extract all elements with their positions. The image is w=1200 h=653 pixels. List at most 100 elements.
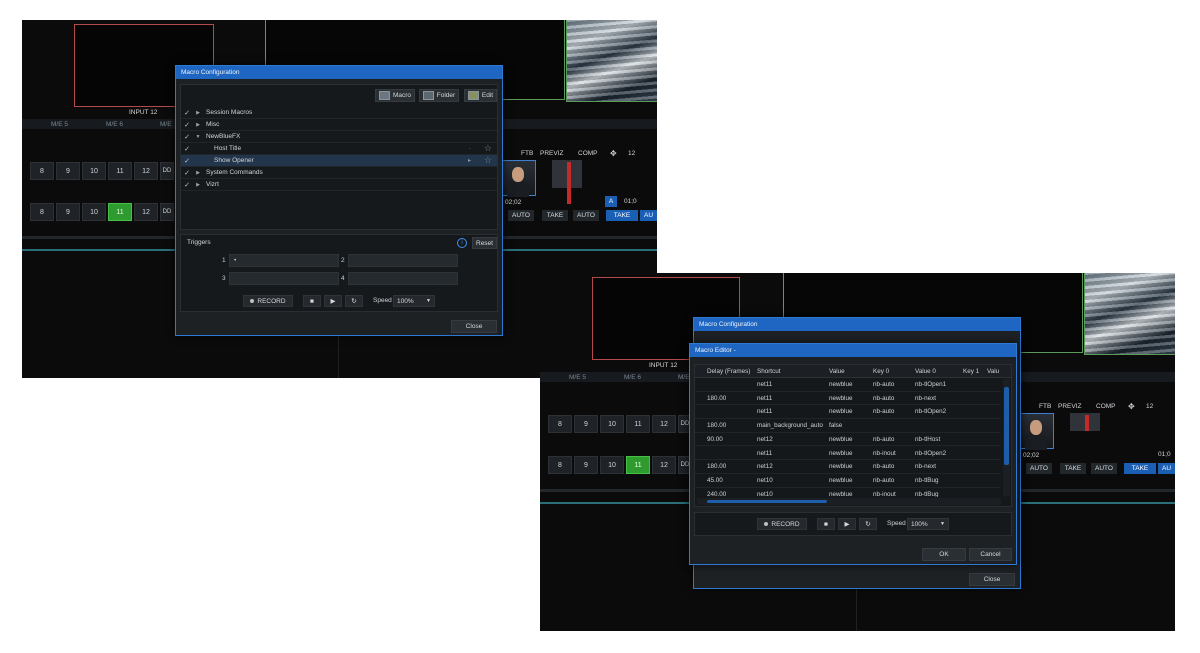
table-cell[interactable]: nb-tlOpen2: [915, 447, 961, 460]
loop-button[interactable]: ↻: [345, 295, 363, 307]
table-cell[interactable]: newblue: [829, 378, 871, 391]
table-cell[interactable]: 180.00: [707, 460, 755, 473]
move-icon[interactable]: ✥: [610, 149, 617, 158]
table-cell[interactable]: net11: [757, 392, 831, 405]
table-row[interactable]: 45.00 net10 newblue nb-auto nb-tlBug: [695, 474, 1001, 488]
take-button-2[interactable]: TAKE: [1124, 463, 1156, 474]
table-cell[interactable]: newblue: [829, 460, 871, 473]
reset-button[interactable]: Reset: [472, 237, 497, 249]
collapsed-arrow-icon[interactable]: ▶: [193, 122, 203, 128]
table-row[interactable]: 180.00 main_background_auto false: [695, 419, 1001, 433]
program-button-11[interactable]: 11: [108, 203, 132, 221]
table-cell[interactable]: nb-auto: [873, 378, 913, 391]
collapsed-arrow-icon[interactable]: ▶: [193, 110, 203, 116]
table-cell[interactable]: nb-auto: [873, 392, 913, 405]
table-cell[interactable]: newblue: [829, 474, 871, 487]
loop-button[interactable]: ↻: [859, 518, 877, 530]
table-cell[interactable]: nb-tlOpen1: [915, 378, 961, 391]
cancel-button[interactable]: Cancel: [969, 548, 1012, 561]
table-cell[interactable]: nb-tlBug: [915, 474, 961, 487]
preview-button-11[interactable]: 11: [626, 415, 650, 433]
macro-tree-item[interactable]: ✓ ▶ Session Macros: [181, 107, 497, 119]
table-cell[interactable]: newblue: [829, 488, 871, 497]
table-cell[interactable]: [915, 419, 961, 432]
record-button[interactable]: RECORD: [757, 518, 807, 530]
vertical-scroll-thumb[interactable]: [1004, 387, 1009, 465]
table-cell[interactable]: nb-inout: [873, 447, 913, 460]
speed-select[interactable]: 100% ▼: [393, 295, 435, 307]
trigger-slot-4[interactable]: [348, 272, 458, 285]
table-cell[interactable]: 180.00: [707, 419, 755, 432]
preview-button-8[interactable]: 8: [30, 162, 54, 180]
camera-thumbnail[interactable]: [1018, 413, 1054, 450]
macro-tree-item[interactable]: ✓ ▼ NewBlueFX: [181, 131, 497, 143]
table-cell[interactable]: net12: [757, 460, 831, 473]
table-row[interactable]: 90.00 net12 newblue nb-auto nb-tlHost: [695, 433, 1001, 447]
column-header[interactable]: Value 0: [915, 365, 961, 378]
table-cell[interactable]: nb-auto: [873, 474, 913, 487]
program-button-9[interactable]: 9: [56, 203, 80, 221]
previz-label[interactable]: PREVIZ: [540, 150, 563, 157]
play-button[interactable]: ▶: [838, 518, 856, 530]
trigger-slot-2[interactable]: [348, 254, 458, 267]
tbar-handle[interactable]: [1085, 415, 1089, 431]
auto-button-3[interactable]: AU: [640, 210, 657, 221]
horizontal-scroll-thumb[interactable]: [707, 500, 827, 503]
comp-label[interactable]: COMP: [1096, 403, 1116, 410]
program-button-10[interactable]: 10: [82, 203, 106, 221]
ok-button[interactable]: OK: [922, 548, 966, 561]
column-header[interactable]: Value: [829, 365, 871, 378]
check-icon[interactable]: ✓: [181, 157, 193, 165]
auto-button-2[interactable]: AUTO: [1091, 463, 1117, 474]
check-icon[interactable]: ✓: [181, 145, 193, 153]
trigger-slot-1[interactable]: •: [229, 254, 339, 267]
table-cell[interactable]: 90.00: [707, 433, 755, 446]
program-button-8[interactable]: 8: [30, 203, 54, 221]
trigger-slot-3[interactable]: [229, 272, 339, 285]
horizontal-scrollbar[interactable]: [697, 498, 1001, 505]
table-cell[interactable]: net11: [757, 405, 831, 418]
preview-button-dd[interactable]: DD: [160, 162, 174, 180]
add-folder-button[interactable]: Folder: [419, 89, 459, 102]
table-cell[interactable]: 180.00: [707, 392, 755, 405]
take-button-1[interactable]: TAKE: [1060, 463, 1086, 474]
table-cell[interactable]: nb-tlBug: [915, 488, 961, 497]
program-button-9[interactable]: 9: [574, 456, 598, 474]
table-row[interactable]: net11 newblue nb-auto nb-tlOpen1: [695, 378, 1001, 392]
play-button[interactable]: ▶: [324, 295, 342, 307]
tbar-handle[interactable]: [567, 162, 571, 204]
table-cell[interactable]: newblue: [829, 447, 871, 460]
vertical-scrollbar[interactable]: [1003, 379, 1010, 496]
table-cell[interactable]: nb-inout: [873, 488, 913, 497]
ftb-label[interactable]: FTB: [1039, 403, 1051, 410]
a-badge[interactable]: A: [605, 196, 617, 207]
program-button-10[interactable]: 10: [600, 456, 624, 474]
auto-button-2[interactable]: AUTO: [573, 210, 599, 221]
take-button-2[interactable]: TAKE: [606, 210, 638, 221]
table-cell[interactable]: newblue: [829, 433, 871, 446]
check-icon[interactable]: ✓: [181, 109, 193, 117]
column-header[interactable]: Valu: [987, 365, 1001, 378]
close-button[interactable]: Close: [451, 320, 497, 333]
preview-button-9[interactable]: 9: [574, 415, 598, 433]
program-button-11[interactable]: 11: [626, 456, 650, 474]
favorite-star-icon[interactable]: ☆: [484, 143, 492, 154]
program-button-dd[interactable]: DD: [160, 203, 174, 221]
ftb-label[interactable]: FTB: [521, 150, 533, 157]
auto-button-1[interactable]: AUTO: [1026, 463, 1052, 474]
previz-label[interactable]: PREVIZ: [1058, 403, 1081, 410]
table-row[interactable]: 180.00 net11 newblue nb-auto nb-next: [695, 392, 1001, 406]
add-macro-button[interactable]: Macro: [375, 89, 415, 102]
table-cell[interactable]: [707, 447, 755, 460]
table-cell[interactable]: net11: [757, 447, 831, 460]
table-cell[interactable]: nb-next: [915, 460, 961, 473]
table-row[interactable]: net11 newblue nb-inout nb-tlOpen2: [695, 447, 1001, 461]
table-row[interactable]: net11 newblue nb-auto nb-tlOpen2: [695, 405, 1001, 420]
preview-button-11[interactable]: 11: [108, 162, 132, 180]
table-cell[interactable]: newblue: [829, 405, 871, 418]
speed-select[interactable]: 100% ▼: [907, 518, 949, 530]
check-icon[interactable]: ✓: [181, 133, 193, 141]
record-button[interactable]: RECORD: [243, 295, 293, 307]
expanded-arrow-icon[interactable]: ▼: [193, 134, 203, 140]
column-header[interactable]: Key 0: [873, 365, 913, 378]
